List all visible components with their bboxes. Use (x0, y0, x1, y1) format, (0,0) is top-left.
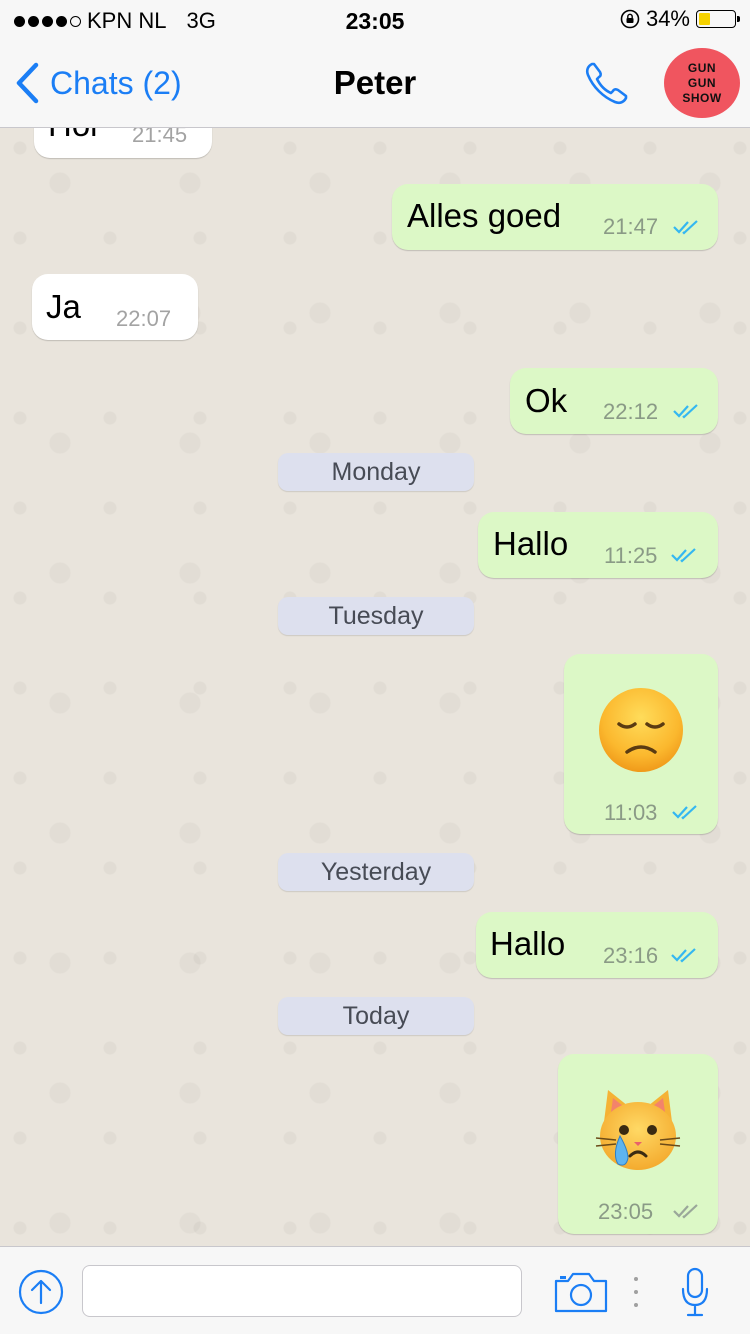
disappointed-face-emoji-icon (599, 688, 683, 772)
message-time: 23:05 (598, 1199, 654, 1224)
message-time: 22:12 (603, 399, 659, 424)
read-receipt-icon (672, 805, 697, 820)
message-input[interactable] (82, 1265, 522, 1317)
message-bubble-incoming[interactable]: Hoi 21:45 (34, 128, 212, 158)
message-text: Ok (525, 382, 568, 419)
message-time: 22:07 (116, 306, 172, 331)
chat-header: Chats (2) Peter GUN GUN SHOW (0, 40, 750, 128)
more-options-icon[interactable] (632, 1275, 640, 1309)
read-receipt-icon (673, 404, 698, 419)
message-list[interactable]: Hoi 21:45 Alles goed 21:47 Ja 22:07 Ok 2… (0, 128, 750, 1246)
crying-cat-face-emoji-icon (595, 1090, 681, 1170)
avatar-text-line: SHOW (682, 90, 722, 105)
date-separator: Yesterday (278, 853, 474, 891)
read-receipt-icon (671, 548, 696, 563)
message-time: 11:03 (604, 800, 658, 825)
message-time: 21:45 (132, 128, 188, 147)
message-time: 21:47 (603, 214, 659, 239)
message-bubble-incoming[interactable]: Ja 22:07 (32, 274, 198, 340)
read-receipt-icon (671, 948, 696, 963)
microphone-icon[interactable] (680, 1267, 710, 1317)
back-button[interactable]: Chats (2) (14, 62, 182, 104)
message-bubble-outgoing[interactable]: Ok 22:12 (510, 368, 718, 434)
avatar-text-line: GUN (687, 75, 717, 90)
read-receipt-icon (673, 220, 698, 235)
date-separator: Monday (278, 453, 474, 491)
message-time: 11:25 (604, 543, 658, 568)
status-right: 34% (620, 6, 740, 32)
message-bubble-outgoing[interactable]: Alles goed 21:47 (392, 184, 718, 250)
battery-icon (696, 10, 740, 28)
message-text: Hallo (490, 925, 566, 962)
chevron-left-icon (16, 62, 39, 104)
message-bubble-outgoing[interactable]: Hallo 11:25 (478, 512, 718, 578)
message-text: Alles goed (407, 197, 562, 234)
camera-icon[interactable] (554, 1271, 608, 1313)
date-separator: Tuesday (278, 597, 474, 635)
message-bubble-outgoing[interactable]: 11:03 (564, 654, 718, 834)
back-label: Chats (2) (50, 64, 182, 101)
contact-avatar[interactable]: GUN GUN SHOW (664, 48, 740, 118)
share-upload-icon[interactable] (18, 1269, 64, 1315)
orientation-lock-icon (620, 9, 640, 29)
avatar-text-line: GUN (687, 60, 717, 75)
status-bar: KPN NL 3G 23:05 34% (0, 0, 750, 40)
message-bubble-outgoing[interactable]: Hallo 23:16 (476, 912, 718, 978)
phone-call-icon[interactable] (582, 58, 632, 108)
message-text: Hallo (493, 525, 569, 562)
message-time: 23:16 (603, 943, 659, 968)
message-input-bar (0, 1246, 750, 1334)
battery-percent: 34% (645, 6, 690, 31)
date-separator: Today (278, 997, 474, 1035)
message-text: Ja (46, 288, 81, 325)
delivered-receipt-icon (673, 1204, 698, 1219)
message-bubble-outgoing[interactable]: 23:05 (558, 1054, 718, 1234)
message-text: Hoi (48, 128, 98, 144)
